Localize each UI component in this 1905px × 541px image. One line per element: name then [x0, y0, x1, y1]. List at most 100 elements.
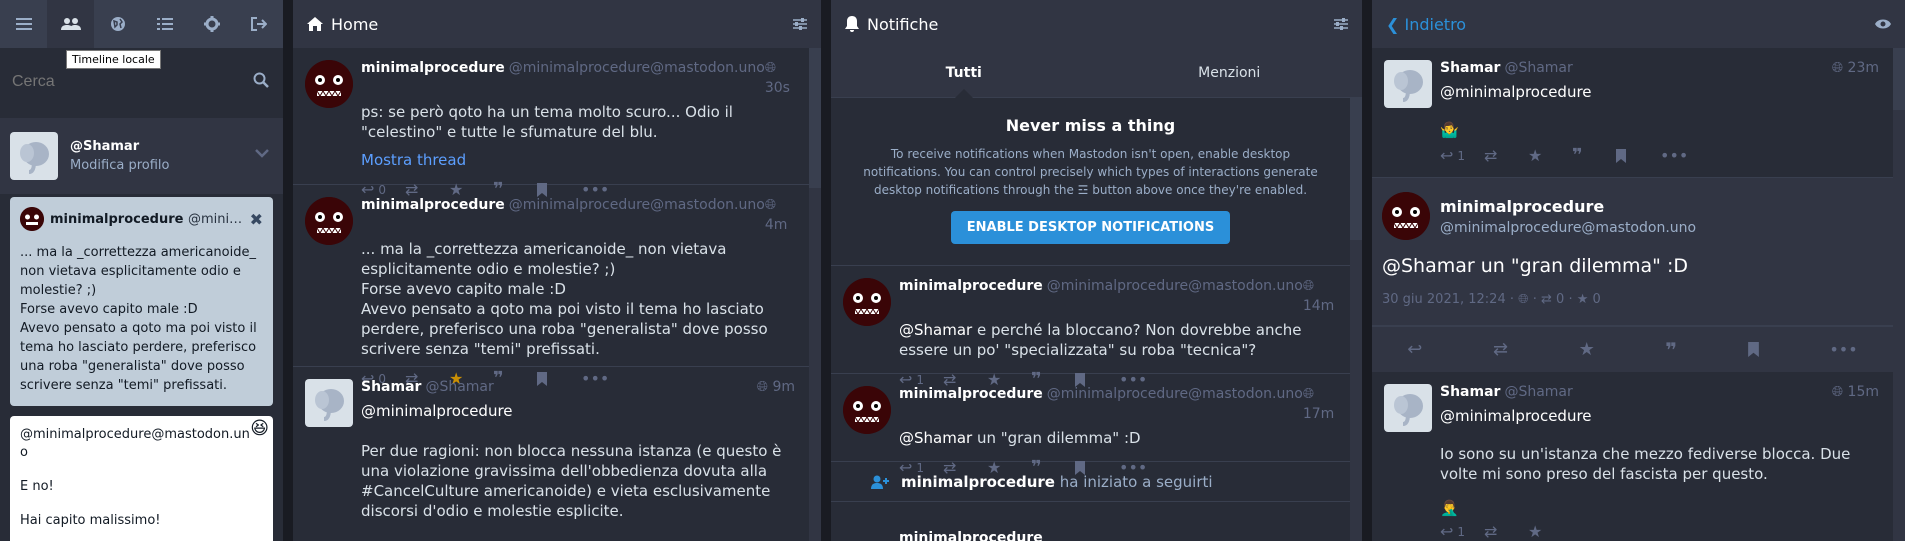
mention-link[interactable]: @minimalprocedure	[361, 401, 795, 421]
status-time[interactable]: 🌐︎ 30s	[765, 58, 795, 98]
status[interactable]: Shamar @Shamar 🌐︎ 15m @minimalprocedure Io…	[1372, 372, 1893, 541]
notification-mention[interactable]: minimalprocedure @minimalprocedure@mastod…	[831, 266, 1350, 390]
show-thread-link[interactable]: Mostra thread	[361, 150, 795, 170]
favourite-count[interactable]: 0	[1593, 292, 1601, 307]
account-handle[interactable]: @minimalprocedure@mastodon.uno	[509, 58, 765, 78]
detailed-status: minimalprocedure @minimalprocedure@masto…	[1372, 178, 1893, 326]
account-handle[interactable]: @Shamar	[1504, 382, 1572, 402]
close-icon[interactable]: ✖	[250, 210, 263, 229]
status-content: ... ma la _correttezza americanoide_ non…	[361, 240, 768, 358]
quote-icon: ❞	[1572, 145, 1583, 166]
quote-button[interactable]: ❞	[1572, 146, 1616, 166]
status[interactable]: minimalprocedure @minimalprocedure@mastod…	[293, 48, 809, 200]
status-time[interactable]: 🌐︎ 4m	[765, 195, 795, 235]
scrollbar-thumb[interactable]	[1350, 98, 1362, 240]
status-time[interactable]: 🌐︎ 9m	[757, 377, 795, 397]
avatar[interactable]	[1384, 60, 1432, 108]
menu-button[interactable]	[0, 0, 47, 48]
compose-column: Timeline locale @Shamar Modifica profilo…	[0, 0, 283, 541]
display-name[interactable]: minimalprocedure	[899, 276, 1043, 296]
display-name[interactable]: minimalprocedure	[899, 384, 1043, 404]
column-title[interactable]: Notifiche	[867, 15, 938, 34]
avatar[interactable]	[1382, 192, 1430, 240]
profile-handle[interactable]: @Shamar	[70, 139, 170, 154]
more-button[interactable]: •••	[1829, 340, 1857, 359]
mention-link[interactable]: @minimalprocedure	[1440, 82, 1879, 102]
reply-indicator: minimalprocedure @mini… ✖ ... ma la _cor…	[10, 197, 273, 406]
compose-textarea[interactable]: @minimalprocedure@mastodon.un o E no! Hai…	[10, 416, 273, 541]
column-title[interactable]: Home	[331, 15, 378, 34]
boost-button[interactable]: ⇄	[1484, 522, 1528, 541]
quote-button[interactable]: ❞	[1665, 338, 1677, 362]
display-name[interactable]: minimalprocedure	[899, 530, 1043, 541]
account-handle[interactable]: @minimalprocedure@mastodon.uno	[1047, 276, 1303, 296]
mention-link[interactable]: @Shamar	[899, 429, 972, 447]
status-time[interactable]: 🌐︎ 17m	[1303, 384, 1336, 424]
eye-icon[interactable]	[1875, 18, 1891, 30]
display-name[interactable]: Shamar	[1440, 58, 1500, 78]
display-name[interactable]: minimalprocedure	[361, 58, 505, 78]
sliders-icon[interactable]	[793, 17, 807, 31]
favourite-button[interactable]: ★	[1528, 146, 1572, 166]
boost-button[interactable]: ⇄	[1484, 146, 1528, 166]
display-name[interactable]: Shamar	[361, 377, 421, 397]
reblog-count[interactable]: 0	[1556, 292, 1564, 307]
avatar[interactable]	[305, 197, 353, 245]
account-handle[interactable]: @minimalprocedure@mastodon.uno	[509, 195, 765, 215]
notification-follow[interactable]: minimalprocedure ha iniziato a seguirti	[831, 462, 1350, 502]
back-button[interactable]: ❮ Indietro	[1386, 15, 1466, 34]
display-name[interactable]: minimalprocedure	[361, 195, 505, 215]
notification-mention[interactable]: minimalprocedure @minimalprocedure@mastod…	[831, 374, 1350, 478]
search-icon[interactable]	[253, 72, 269, 88]
scrollbar-thumb[interactable]	[1893, 48, 1905, 110]
favourite-button[interactable]: ★	[1528, 522, 1572, 541]
avatar[interactable]	[305, 60, 353, 108]
status[interactable]: Shamar @Shamar 🌐︎ 23m @minimalprocedure 🤷‍…	[1372, 48, 1893, 178]
status[interactable]: minimalprocedure @minimalprocedure@mastod…	[293, 185, 809, 389]
tab-mentions[interactable]: Menzioni	[1097, 48, 1363, 97]
avatar[interactable]	[1384, 384, 1432, 432]
display-name[interactable]: minimalprocedure	[1440, 197, 1696, 216]
logout-button[interactable]	[236, 0, 283, 48]
bookmark-button[interactable]	[1747, 342, 1759, 357]
more-button[interactable]: •••	[1660, 146, 1704, 166]
reply-button[interactable]: ↩ 1	[1440, 522, 1484, 541]
status[interactable]: Shamar @Shamar 🌐︎ 9m @minimalprocedure Per…	[293, 367, 809, 541]
status-time[interactable]: 🌐︎ 23m	[1832, 58, 1879, 78]
federated-timeline-button[interactable]	[94, 0, 141, 48]
lists-button[interactable]	[142, 0, 189, 48]
enable-desktop-notifications-button[interactable]: ENABLE DESKTOP NOTIFICATIONS	[950, 211, 1231, 244]
local-timeline-button[interactable]	[47, 0, 95, 48]
bookmark-button[interactable]	[1616, 149, 1660, 163]
reply-button[interactable]: ↩	[1407, 339, 1422, 360]
account-handle[interactable]: @Shamar	[425, 377, 493, 397]
account-handle[interactable]: @Shamar	[1504, 58, 1572, 78]
avatar[interactable]	[843, 278, 891, 326]
avatar[interactable]	[843, 386, 891, 434]
edit-profile-link[interactable]: Modifica profilo	[70, 158, 170, 173]
mention-link[interactable]: @minimalprocedure	[1440, 406, 1879, 426]
status-content: @Shamar un "gran dilemma" :D	[899, 429, 1141, 447]
preferences-button[interactable]	[189, 0, 236, 48]
boost-button[interactable]: ⇄	[1493, 339, 1508, 360]
status-time[interactable]: 🌐︎ 15m	[1832, 382, 1879, 402]
chevron-down-icon[interactable]	[255, 148, 269, 158]
scrollbar-thumb[interactable]	[809, 48, 821, 188]
display-name[interactable]: Shamar	[1440, 382, 1500, 402]
sign-out-icon	[251, 17, 268, 31]
reply-button[interactable]: ↩ 1	[1440, 146, 1484, 166]
status-date[interactable]: 30 giu 2021, 12:24	[1382, 292, 1506, 307]
scrollbar[interactable]	[1893, 48, 1905, 541]
favourite-button[interactable]: ★	[1579, 339, 1595, 360]
emoji-picker-icon[interactable]: 😆	[250, 420, 269, 438]
status-time[interactable]: 🌐︎ 14m	[1303, 276, 1336, 316]
account-handle[interactable]: @minimalprocedure@mastodon.uno	[1440, 220, 1696, 236]
avatar[interactable]	[10, 132, 58, 180]
display-name[interactable]: minimalprocedure	[901, 473, 1055, 491]
mention-link[interactable]: @Shamar	[899, 321, 972, 339]
mention-link[interactable]: @Shamar	[1382, 255, 1475, 277]
sliders-icon[interactable]	[1334, 17, 1348, 31]
account-handle[interactable]: @minimalprocedure@mastodon.uno	[1047, 384, 1303, 404]
avatar[interactable]	[305, 379, 353, 427]
tab-all[interactable]: Tutti	[831, 48, 1097, 98]
